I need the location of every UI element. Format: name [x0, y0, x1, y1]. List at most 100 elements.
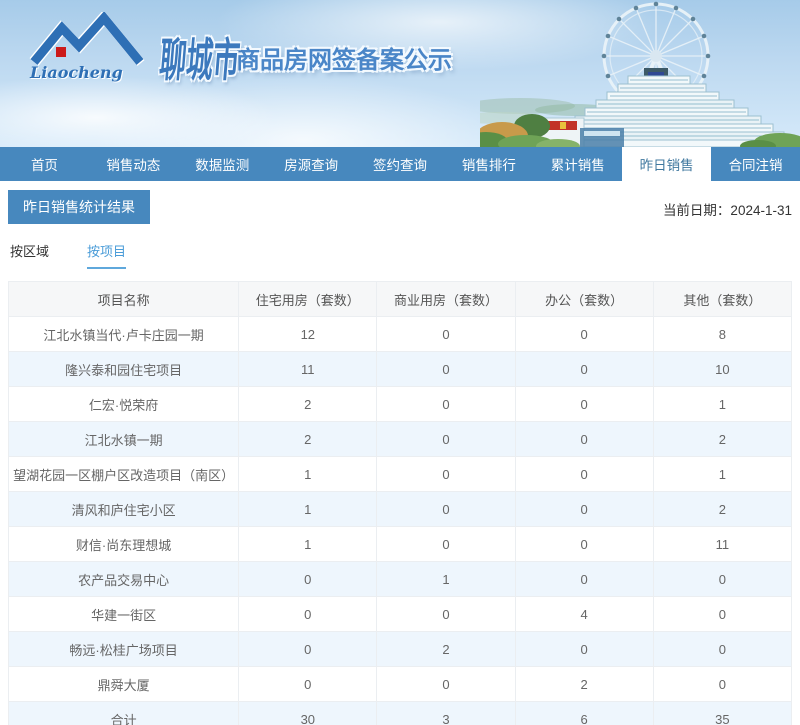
table-cell: 2	[376, 631, 516, 667]
sub-tab-0[interactable]: 按区域	[10, 241, 49, 269]
nav-item-7[interactable]: 昨日销售	[622, 147, 712, 181]
sales-stats-table: 项目名称 住宅用房（套数） 商业用房（套数） 办公（套数） 其他（套数） 江北水镇当代·…	[7, 281, 793, 725]
table-cell: 财信·尚东理想城	[7, 526, 240, 562]
table-row: 华建一街区 0 0 4 0	[7, 596, 793, 632]
table-cell: 11	[238, 351, 378, 387]
table-cell: 0	[376, 526, 516, 562]
table-cell: 35	[652, 701, 793, 725]
logo-text: Liaocheng	[29, 63, 123, 82]
nav-item-0[interactable]: 首页	[0, 147, 89, 181]
table-cell: 30	[238, 701, 378, 725]
table-row: 畅远·松桂广场项目 0 2 0 0	[7, 631, 793, 667]
site-title-calligraphy: 聊城市	[157, 33, 242, 87]
column-header: 项目名称	[7, 281, 240, 317]
nav-item-2[interactable]: 数据监测	[178, 147, 267, 181]
table-cell: 2	[238, 386, 378, 422]
table-cell: 0	[376, 596, 516, 632]
table-cell: 华建一街区	[7, 596, 240, 632]
table-row: 江北水镇一期 2 0 0 2	[7, 421, 793, 457]
table-cell: 2	[652, 491, 793, 527]
nav-item-8[interactable]: 合同注销	[711, 147, 800, 181]
table-cell: 1	[238, 526, 378, 562]
table-cell: 11	[652, 526, 793, 562]
table-row: 仁宏·悦荣府 2 0 0 1	[7, 386, 793, 422]
site-title-main: 商品房网签备案公示	[236, 46, 452, 74]
table-cell: 0	[652, 561, 793, 597]
ferris-wheel-building-illustration	[480, 1, 800, 147]
table-cell: 0	[238, 666, 378, 702]
table-row: 隆兴泰和园住宅项目 11 0 0 10	[7, 351, 793, 387]
nav-item-6[interactable]: 累计销售	[533, 147, 622, 181]
table-cell: 0	[376, 421, 516, 457]
column-header: 住宅用房（套数）	[238, 281, 378, 317]
view-subtabs: 按区域 按项目	[8, 241, 792, 269]
table-row: 农产品交易中心 0 1 0 0	[7, 561, 793, 597]
nav-item-5[interactable]: 销售排行	[444, 147, 533, 181]
liaocheng-logo-icon: Liaocheng	[29, 12, 144, 82]
table-cell: 农产品交易中心	[7, 561, 240, 597]
table-row: 清风和庐住宅小区 1 0 0 2	[7, 491, 793, 527]
nav-item-4[interactable]: 签约查询	[356, 147, 445, 181]
table-cell: 鼎舜大厦	[7, 666, 240, 702]
table-cell: 2	[652, 421, 793, 457]
table-cell: 0	[238, 561, 378, 597]
table-cell: 0	[238, 596, 378, 632]
table-cell: 0	[514, 351, 654, 387]
table-cell: 4	[514, 596, 654, 632]
table-cell: 0	[376, 666, 516, 702]
table-cell: 0	[376, 316, 516, 352]
table-row: 合计 30 3 6 35	[7, 701, 793, 725]
column-header: 商业用房（套数）	[376, 281, 516, 317]
column-header: 办公（套数）	[514, 281, 654, 317]
table-cell: 0	[514, 631, 654, 667]
table-cell: 1	[652, 456, 793, 492]
table-cell: 0	[376, 491, 516, 527]
table-cell: 清风和庐住宅小区	[7, 491, 240, 527]
nav-item-3[interactable]: 房源查询	[267, 147, 356, 181]
table-row: 财信·尚东理想城 1 0 0 11	[7, 526, 793, 562]
table-cell: 6	[514, 701, 654, 725]
table-cell: 0	[514, 386, 654, 422]
table-cell: 0	[514, 456, 654, 492]
table-row: 江北水镇当代·卢卡庄园一期 12 0 0 8	[7, 316, 793, 352]
column-header: 其他（套数）	[652, 281, 793, 317]
table-cell: 0	[514, 421, 654, 457]
table-cell: 0	[514, 561, 654, 597]
table-cell: 0	[514, 526, 654, 562]
table-cell: 0	[514, 316, 654, 352]
table-cell: 仁宏·悦荣府	[7, 386, 240, 422]
table-cell: 0	[376, 351, 516, 387]
table-cell: 0	[652, 596, 793, 632]
current-date-label: 当前日期：2024-1-31	[662, 203, 792, 218]
table-cell: 1	[652, 386, 793, 422]
table-row: 鼎舜大厦 0 0 2 0	[7, 666, 793, 702]
table-cell: 12	[238, 316, 378, 352]
main-content: 昨日销售统计结果 当前日期：2024-1-31 按区域 按项目 项目名称 住宅用房（…	[0, 190, 800, 725]
table-cell: 2	[514, 666, 654, 702]
nav-item-1[interactable]: 销售动态	[89, 147, 178, 181]
table-cell: 0	[652, 631, 793, 667]
table-cell: 畅远·松桂广场项目	[7, 631, 240, 667]
table-cell: 合计	[7, 701, 240, 725]
table-cell: 0	[376, 386, 516, 422]
table-cell: 1	[238, 456, 378, 492]
table-cell: 江北水镇当代·卢卡庄园一期	[7, 316, 240, 352]
page-title: 昨日销售统计结果	[8, 190, 150, 224]
table-cell: 1	[238, 491, 378, 527]
site-title: 聊城市 商品房网签备案公示	[157, 24, 452, 90]
table-cell: 0	[238, 631, 378, 667]
site-header-banner: Liaocheng 聊城市 商品房网签备案公示	[0, 0, 800, 147]
table-cell: 1	[376, 561, 516, 597]
table-cell: 隆兴泰和园住宅项目	[7, 351, 240, 387]
table-cell: 2	[238, 421, 378, 457]
sub-tab-1[interactable]: 按项目	[87, 241, 127, 269]
table-cell: 0	[376, 456, 516, 492]
table-row: 望湖花园一区棚户区改造项目（南区） 1 0 0 1	[7, 456, 793, 492]
table-cell: 0	[514, 491, 654, 527]
table-cell: 10	[652, 351, 793, 387]
table-cell: 8	[652, 316, 793, 352]
table-header-row: 项目名称 住宅用房（套数） 商业用房（套数） 办公（套数） 其他（套数）	[7, 281, 793, 317]
main-nav: 首页 销售动态 数据监测 房源查询 签约查询 销售排行 累计销售 昨日销售 合同注销	[0, 147, 800, 181]
table-cell: 江北水镇一期	[7, 421, 240, 457]
table-cell: 3	[376, 701, 516, 725]
